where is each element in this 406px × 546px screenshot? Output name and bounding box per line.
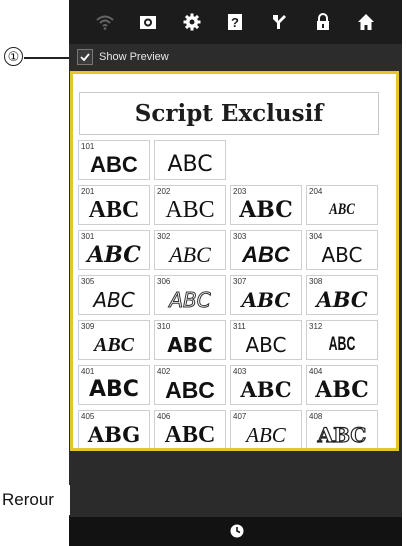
- font-code: 403: [233, 367, 247, 376]
- font-sample: ABC: [87, 242, 141, 268]
- font-code: 402: [157, 367, 171, 376]
- show-preview-label: Show Preview: [99, 51, 169, 63]
- font-cell-306[interactable]: 306 ABC: [154, 275, 226, 315]
- camera-icon[interactable]: [135, 9, 161, 35]
- clock-icon[interactable]: [230, 524, 244, 538]
- font-sample: ABC: [169, 242, 211, 267]
- font-cell-204[interactable]: 204 ABC: [306, 185, 378, 225]
- font-cell-302[interactable]: 302 ABC: [154, 230, 226, 270]
- font-cell-301[interactable]: 301 ABC: [78, 230, 150, 270]
- font-code: 202: [157, 187, 171, 196]
- font-selection-panel: Script Exclusif 101 ABC ABC 201 ABC 202 ABC 203…: [70, 71, 399, 451]
- font-code: 303: [233, 232, 247, 241]
- font-sample: ABC: [167, 152, 213, 177]
- font-sample: ABC: [317, 422, 367, 447]
- font-code: 407: [233, 412, 247, 421]
- font-sample: ABC: [239, 197, 293, 223]
- lock-icon[interactable]: [310, 9, 336, 35]
- font-code: 203: [233, 187, 247, 196]
- top-toolbar: ?: [69, 0, 402, 44]
- home-icon[interactable]: [353, 9, 379, 35]
- gear-icon[interactable]: [179, 9, 205, 35]
- callout-number: ①: [4, 47, 23, 66]
- font-cell-unnumbered[interactable]: ABC: [154, 140, 226, 180]
- font-sample: ABC: [165, 377, 215, 403]
- font-code: 308: [309, 277, 323, 286]
- font-code: 302: [157, 232, 171, 241]
- font-cell-309[interactable]: 309 ABC: [78, 320, 150, 360]
- font-cell-303[interactable]: 303 ABC: [230, 230, 302, 270]
- font-cell-307[interactable]: 307 ABC: [230, 275, 302, 315]
- svg-text:?: ?: [231, 15, 239, 30]
- font-code: 311: [233, 322, 246, 331]
- font-sample: ABC: [88, 197, 140, 223]
- font-sample: ABC: [169, 288, 211, 313]
- font-cell-402[interactable]: 402 ABC: [154, 365, 226, 405]
- font-sample: ABG: [87, 422, 141, 447]
- font-sample: ABC: [93, 334, 135, 356]
- font-name-display: Script Exclusif: [79, 92, 379, 135]
- font-cell-308[interactable]: 308 ABC: [306, 275, 378, 315]
- font-code: 201: [81, 187, 95, 196]
- font-sample: ABC: [329, 201, 355, 218]
- font-code: 306: [157, 277, 171, 286]
- font-cell-405[interactable]: 405 ABG: [78, 410, 150, 448]
- font-cell-403[interactable]: 403 ABC: [230, 365, 302, 405]
- font-sample: ABC: [316, 287, 368, 312]
- font-code: 204: [309, 187, 323, 196]
- font-cell-406[interactable]: 406 ABC: [154, 410, 226, 448]
- help-icon[interactable]: ?: [222, 9, 248, 35]
- font-code: 312: [309, 322, 323, 331]
- font-code: 406: [157, 412, 171, 421]
- font-sample: ABC: [242, 242, 290, 267]
- font-code: 301: [81, 232, 95, 241]
- wifi-icon[interactable]: [92, 9, 118, 35]
- bottom-bar: [69, 517, 402, 546]
- font-code: 405: [81, 412, 95, 421]
- font-sample: ABC: [241, 288, 291, 312]
- font-sample: ABC: [245, 333, 287, 357]
- font-sample: ABC: [167, 333, 213, 357]
- font-cell-401[interactable]: 401 ABC: [78, 365, 150, 405]
- font-cell-407[interactable]: 407 ABC: [230, 410, 302, 448]
- font-cell-310[interactable]: 310 ABC: [154, 320, 226, 360]
- font-sample: ABC: [328, 334, 356, 355]
- device-screen: ? Show Preview Script Exclusif 101 ABC ABC…: [69, 0, 402, 546]
- font-code: 304: [309, 232, 323, 241]
- font-cell-203[interactable]: 203 ABC: [230, 185, 302, 225]
- font-code: 408: [309, 412, 323, 421]
- font-cell-311[interactable]: 311 ABC: [230, 320, 302, 360]
- font-cell-312[interactable]: 312 ABC: [306, 320, 378, 360]
- font-sample: ABC: [315, 377, 369, 403]
- font-cell-305[interactable]: 305 ABC: [78, 275, 150, 315]
- font-sample: ABC: [164, 422, 216, 448]
- back-button[interactable]: Rerour: [0, 485, 70, 515]
- font-sample: ABC: [246, 423, 286, 447]
- font-sample: ABC: [93, 288, 135, 312]
- font-cell-201[interactable]: 201 ABC: [78, 185, 150, 225]
- font-name-text: Script Exclusif: [134, 100, 324, 127]
- font-code: 307: [233, 277, 247, 286]
- font-sample: ABC: [165, 197, 215, 223]
- preview-bar: Show Preview: [69, 44, 402, 70]
- font-code: 305: [81, 277, 95, 286]
- font-cell-202[interactable]: 202 ABC: [154, 185, 226, 225]
- font-sample: ABC: [89, 377, 139, 402]
- font-cell-404[interactable]: 404 ABC: [306, 365, 378, 405]
- font-cell-101[interactable]: 101 ABC: [78, 140, 150, 180]
- font-code: 310: [157, 322, 171, 331]
- show-preview-checkbox[interactable]: [77, 49, 93, 65]
- font-sample: ABC: [321, 243, 363, 267]
- font-code: 401: [81, 367, 95, 376]
- needle-icon[interactable]: [266, 9, 292, 35]
- font-code: 101: [81, 142, 95, 151]
- font-cell-304[interactable]: 304 ABC: [306, 230, 378, 270]
- checkmark-icon: [80, 53, 90, 62]
- font-sample: ABC: [240, 377, 292, 402]
- font-sample: ABC: [90, 152, 138, 177]
- font-code: 404: [309, 367, 323, 376]
- font-code: 309: [81, 322, 95, 331]
- font-cell-408[interactable]: 408 ABC: [306, 410, 378, 448]
